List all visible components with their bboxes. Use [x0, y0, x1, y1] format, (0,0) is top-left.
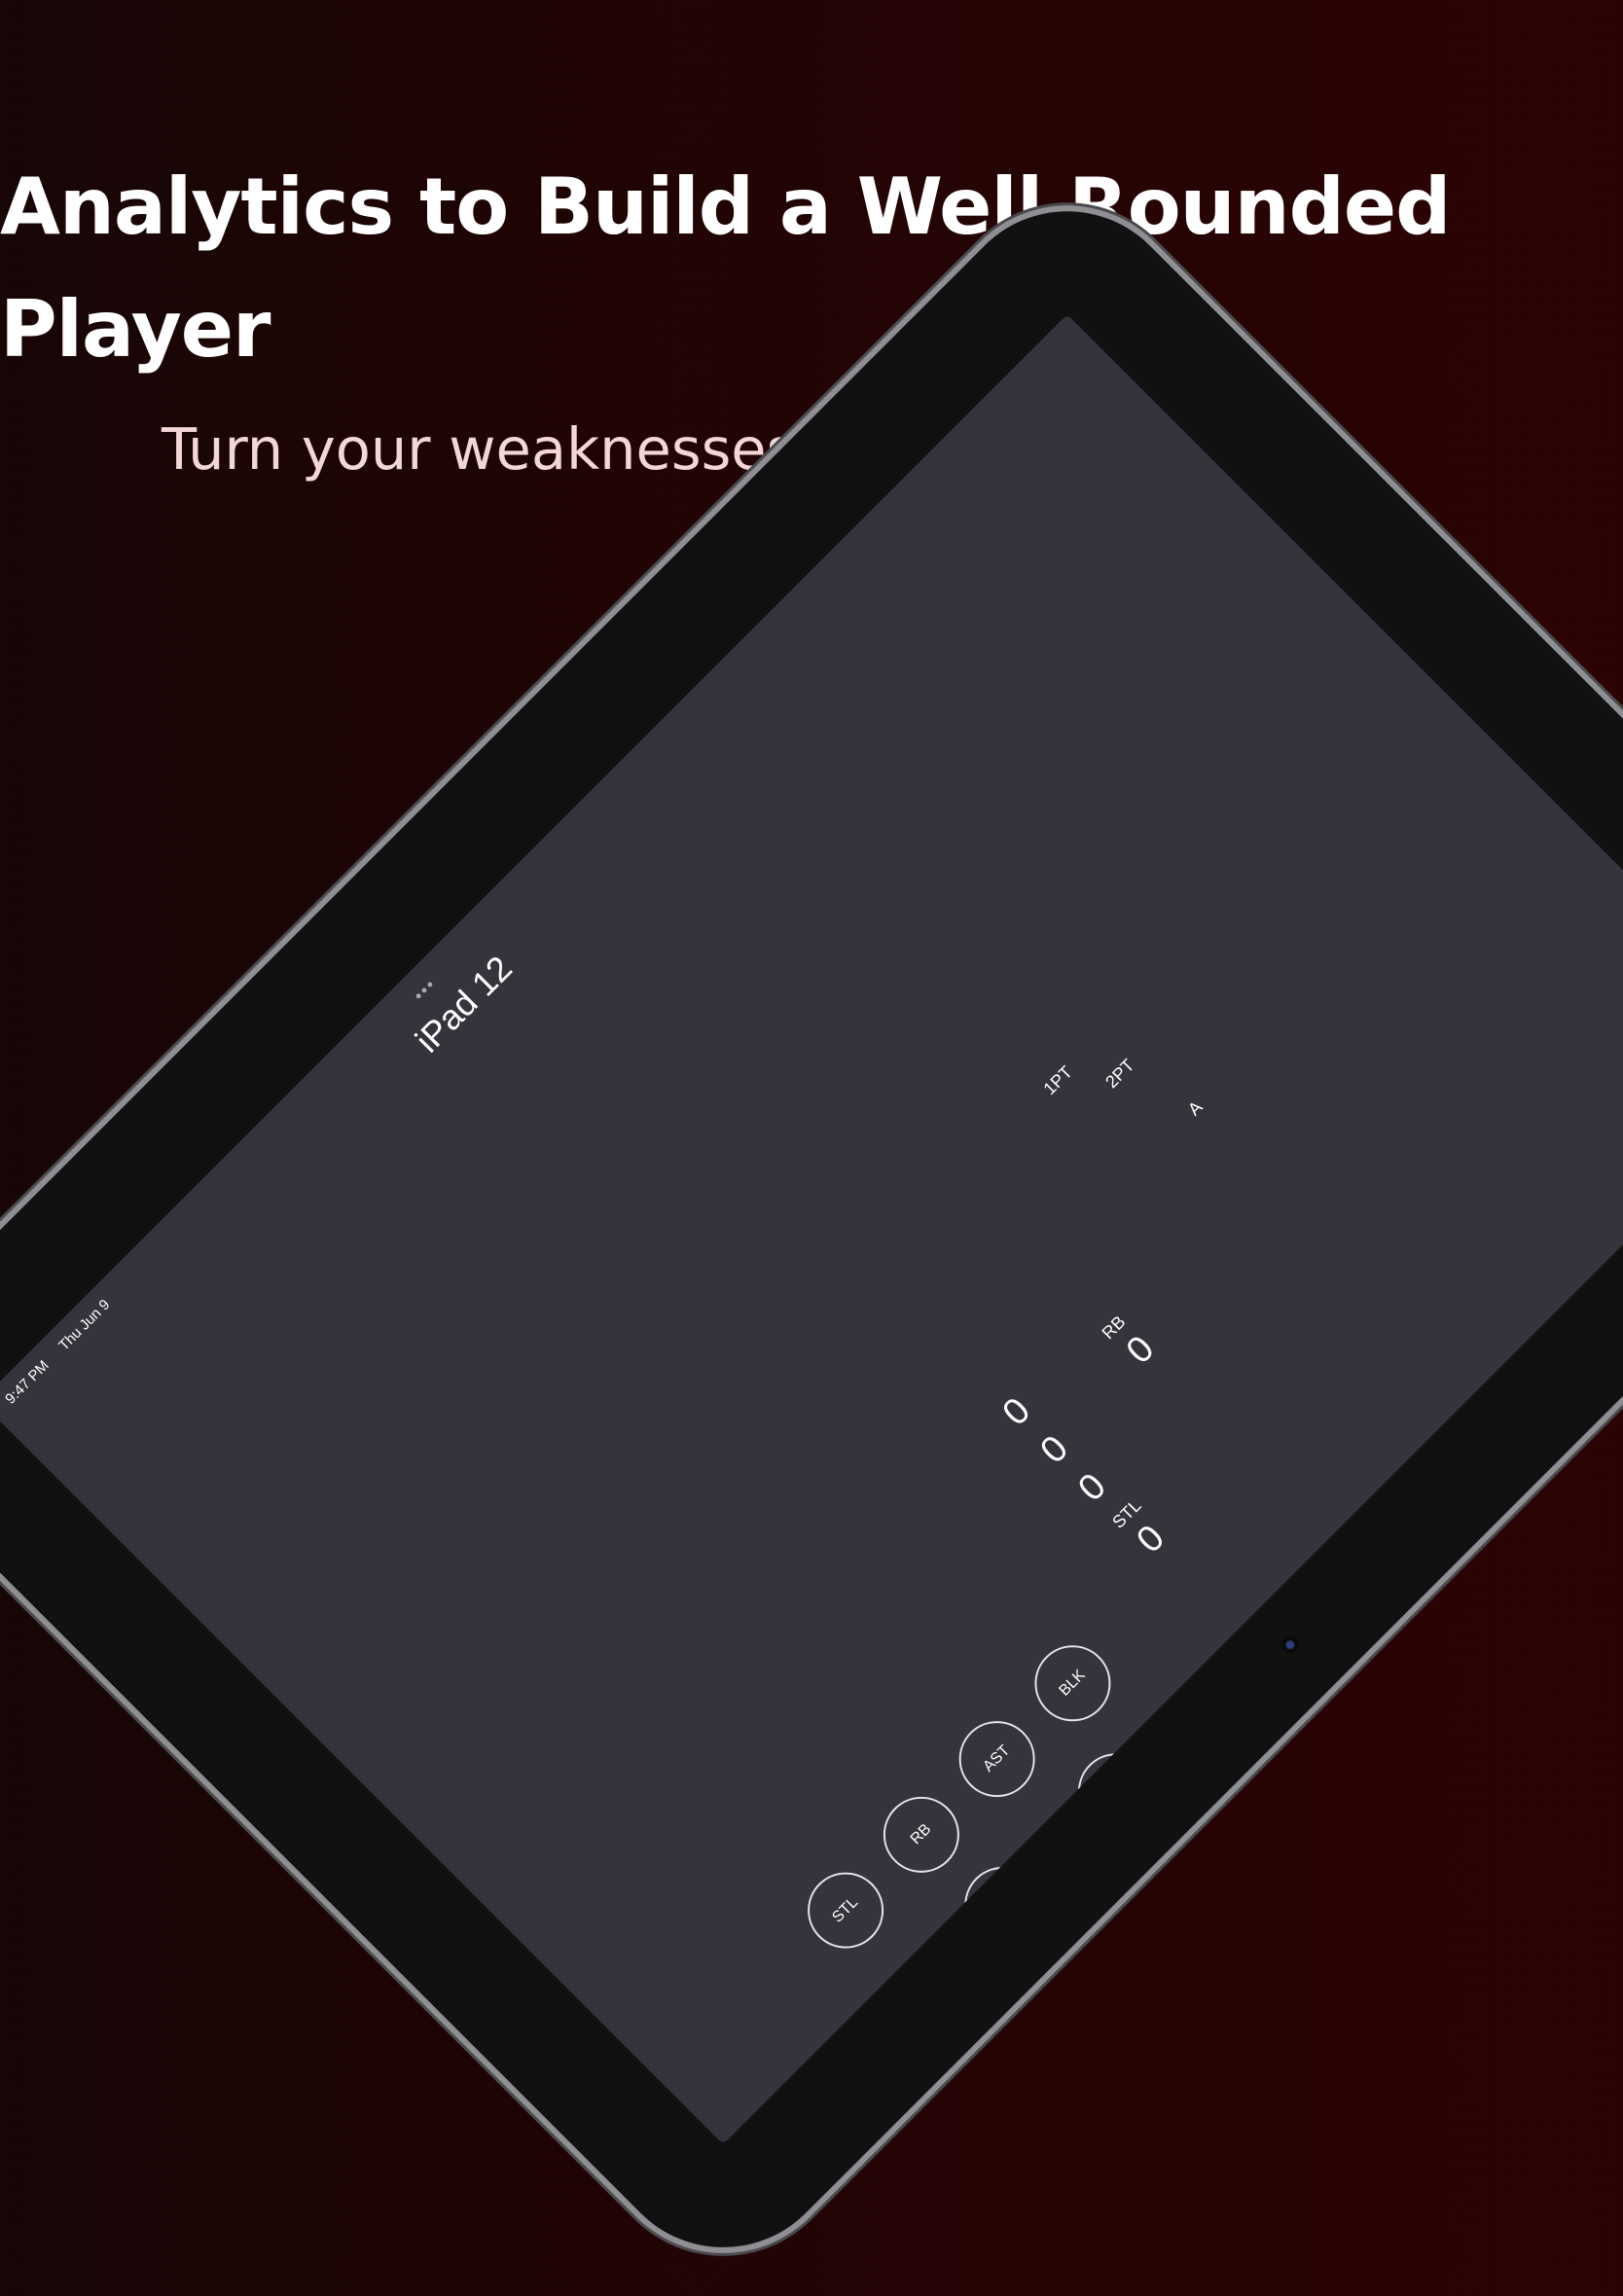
multitasking-dots-icon[interactable]: ••• — [410, 974, 441, 1005]
partial-stat-label: A — [1183, 1096, 1207, 1120]
one-point-label: 1PT — [1039, 1061, 1076, 1099]
rb-stat-value: 0 — [1118, 1328, 1163, 1372]
stl-button[interactable]: STL — [791, 1856, 900, 1964]
stat-value: 0 — [1070, 1465, 1114, 1510]
blk-button[interactable]: BLK — [1019, 1630, 1127, 1738]
ast-button[interactable]: AST — [943, 1704, 1051, 1813]
two-point-label: 2PT — [1101, 1055, 1138, 1093]
stl-stat-value: 0 — [1129, 1517, 1173, 1561]
stat-value: 0 — [1032, 1427, 1077, 1472]
stat-value: 0 — [994, 1389, 1039, 1434]
rb-button[interactable]: RB — [867, 1780, 976, 1889]
